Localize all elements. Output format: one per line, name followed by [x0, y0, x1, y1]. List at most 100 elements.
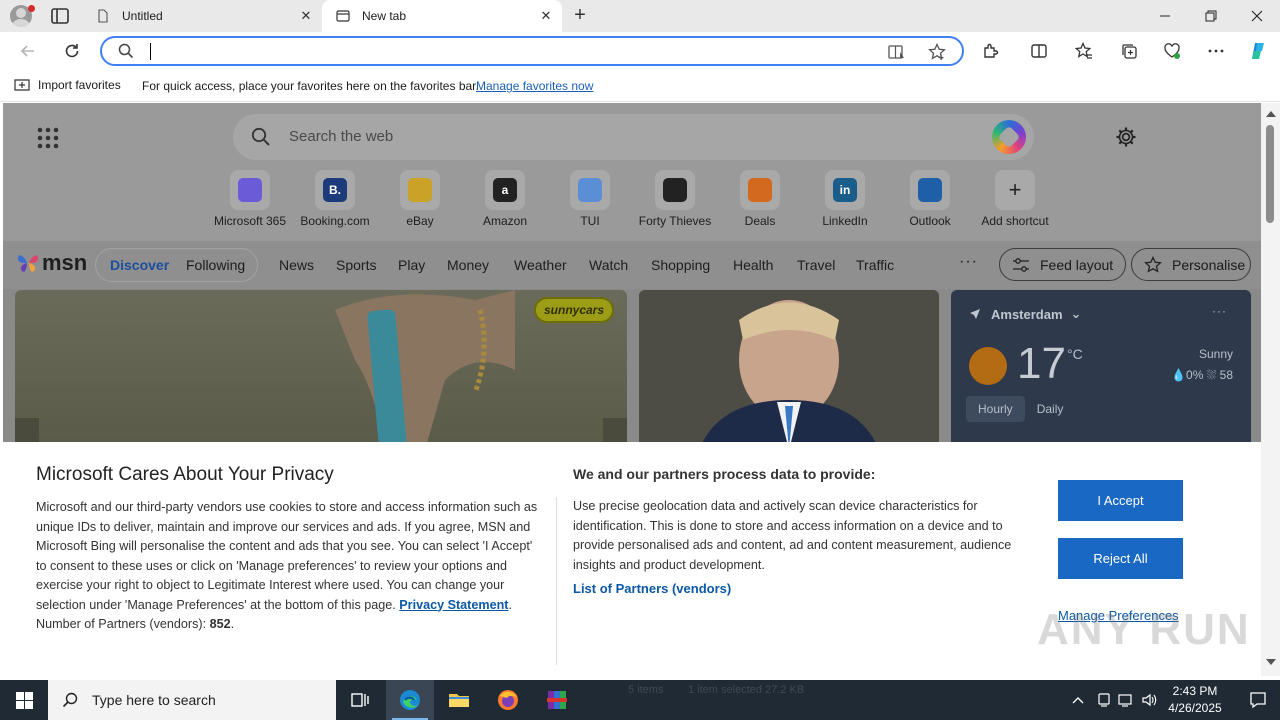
taskbar-search-box[interactable]: Type here to search: [48, 680, 336, 720]
data-processing-description: Use precise geolocation data and activel…: [573, 499, 1012, 572]
start-button[interactable]: [0, 680, 48, 720]
app-launcher-grid-icon[interactable]: [37, 127, 59, 149]
device-icon[interactable]: [1096, 692, 1112, 708]
nav-shopping[interactable]: Shopping: [651, 257, 710, 273]
weather-tab-hourly[interactable]: Hourly: [966, 396, 1025, 422]
shortcut-tui[interactable]: TUI: [547, 170, 633, 228]
task-view-button[interactable]: [336, 680, 384, 720]
shortcut-tile: a: [485, 170, 525, 210]
taskbar-firefox[interactable]: [484, 680, 532, 720]
personalise-button[interactable]: Personalise: [1131, 248, 1251, 281]
more-dots-icon: [1208, 49, 1224, 53]
nav-play[interactable]: Play: [398, 257, 425, 273]
split-screen-button[interactable]: [1027, 40, 1051, 62]
address-input[interactable]: [146, 41, 846, 61]
shortcut-microsoft-365[interactable]: Microsoft 365: [207, 170, 293, 228]
privacy-body-text: Microsoft and our third-party vendors us…: [36, 500, 538, 612]
shortcut-label: Deals: [744, 214, 776, 228]
nav-sports[interactable]: Sports: [336, 257, 376, 273]
import-favorites-icon: [14, 79, 30, 91]
shortcut-ebay[interactable]: eBay: [377, 170, 463, 228]
nav-news[interactable]: News: [279, 257, 314, 273]
copilot-button[interactable]: [1246, 40, 1270, 62]
scroll-down-arrow-icon[interactable]: [1266, 659, 1276, 665]
web-search-box[interactable]: Search the web: [233, 114, 1034, 160]
close-window-button[interactable]: [1234, 0, 1280, 32]
accept-button[interactable]: I Accept: [1058, 480, 1183, 521]
import-favorites-button[interactable]: Import favorites: [14, 78, 121, 92]
shortcut-outlook[interactable]: Outlook: [887, 170, 973, 228]
volume-icon[interactable]: [1141, 692, 1157, 708]
collections-button[interactable]: [1117, 40, 1141, 62]
back-button[interactable]: [14, 38, 42, 64]
weather-tab-daily[interactable]: Daily: [1025, 396, 1076, 422]
tab-untitled[interactable]: Untitled ✕: [82, 0, 322, 32]
hero-carousel-card[interactable]: sunnycars: [15, 290, 627, 450]
show-hidden-icons-chevron-icon[interactable]: [1070, 692, 1086, 708]
shortcut-favicon-icon: +: [1008, 177, 1022, 202]
shortcut-label: Forty Thieves: [638, 214, 712, 228]
network-icon[interactable]: [1118, 692, 1134, 708]
nav-travel[interactable]: Travel: [797, 257, 835, 273]
segment-discover[interactable]: Discover: [110, 257, 169, 273]
taskbar-winrar[interactable]: [533, 680, 581, 720]
refresh-button[interactable]: [58, 38, 86, 64]
page-settings-gear-icon[interactable]: [1115, 126, 1137, 148]
favorites-bar-message: For quick access, place your favorites h…: [142, 79, 479, 93]
msn-logo[interactable]: msn: [16, 250, 87, 276]
shortcut-label: Outlook: [909, 214, 951, 228]
shortcut-label: Microsoft 365: [213, 214, 287, 228]
shortcut-label: LinkedIn: [822, 214, 868, 228]
clock-date: 4/26/2025: [1168, 701, 1222, 715]
restore-button[interactable]: [1188, 0, 1234, 32]
nav-money[interactable]: Money: [447, 257, 489, 273]
taskbar-file-explorer[interactable]: [435, 680, 483, 720]
copilot-search-icon[interactable]: [992, 120, 1026, 154]
nav-weather[interactable]: Weather: [514, 257, 567, 273]
close-tab-icon[interactable]: ✕: [538, 8, 554, 24]
minimize-button[interactable]: [1142, 0, 1188, 32]
weather-more-button[interactable]: ···: [1212, 304, 1227, 318]
nav-health[interactable]: Health: [733, 257, 773, 273]
weather-card[interactable]: Amsterdam ⌄ ··· 17 °C Sunny 💧0% ⛆ 58 Hou…: [951, 290, 1251, 450]
nav-traffic[interactable]: Traffic: [856, 257, 894, 273]
document-icon: [98, 9, 108, 23]
scroll-up-arrow-icon[interactable]: [1266, 111, 1276, 117]
shortcut-booking-com[interactable]: B. Booking.com: [292, 170, 378, 228]
close-tab-icon[interactable]: ✕: [298, 8, 314, 24]
segment-following[interactable]: Following: [186, 257, 245, 273]
reject-all-button[interactable]: Reject All: [1058, 538, 1183, 579]
scrollbar-thumb[interactable]: [1266, 125, 1274, 223]
browser-essentials-button[interactable]: [1160, 40, 1184, 62]
nav-more-button[interactable]: ···: [959, 253, 978, 271]
windows-taskbar: Type here to search 5 items 1 item selec…: [0, 680, 1280, 720]
shortcut-deals[interactable]: Deals: [717, 170, 803, 228]
notification-center-button[interactable]: [1236, 680, 1280, 720]
add-favorite-star-icon[interactable]: [928, 43, 946, 61]
edge-icon: [400, 690, 420, 710]
feed-layout-button[interactable]: Feed layout: [999, 248, 1126, 281]
new-tab-button[interactable]: +: [568, 4, 592, 28]
immersive-reader-icon[interactable]: [888, 43, 906, 61]
shortcut-favicon-icon: in: [833, 178, 857, 202]
address-bar[interactable]: [100, 36, 964, 66]
page-scrollbar[interactable]: [1261, 103, 1280, 676]
manage-favorites-link[interactable]: Manage favorites now: [476, 79, 593, 93]
system-clock[interactable]: 2:43 PM 4/26/2025: [1158, 683, 1232, 717]
taskbar-edge[interactable]: [386, 680, 434, 720]
news-card[interactable]: [639, 290, 939, 450]
shortcut-forty-thieves[interactable]: Forty Thieves: [632, 170, 718, 228]
shortcut-linkedin[interactable]: in LinkedIn: [802, 170, 888, 228]
nav-watch[interactable]: Watch: [589, 257, 628, 273]
privacy-statement-link[interactable]: Privacy Statement: [399, 598, 508, 612]
tab-actions-icon[interactable]: [49, 6, 71, 26]
tab-new-tab[interactable]: New tab ✕: [322, 0, 562, 32]
shortcut-amazon[interactable]: a Amazon: [462, 170, 548, 228]
extensions-button[interactable]: [979, 40, 1003, 62]
settings-more-button[interactable]: [1204, 40, 1228, 62]
shortcut-add-shortcut[interactable]: + Add shortcut: [972, 170, 1058, 228]
restore-icon: [1205, 10, 1217, 22]
weather-location[interactable]: Amsterdam ⌄: [969, 306, 1081, 322]
favorites-button[interactable]: [1072, 40, 1096, 62]
list-of-partners-link[interactable]: List of Partners (vendors): [573, 581, 731, 596]
